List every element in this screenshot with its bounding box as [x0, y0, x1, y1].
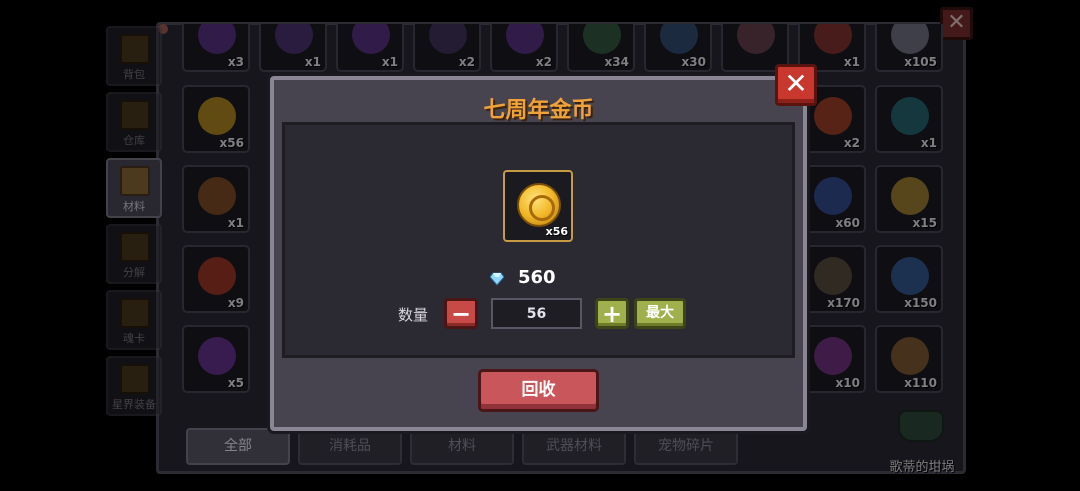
dialog-close-button[interactable]: ✕: [775, 64, 817, 106]
dialog-title: 七周年金币: [483, 98, 594, 123]
item-count: x56: [545, 225, 568, 238]
price-value: 560: [518, 267, 556, 288]
item-preview: x56: [503, 170, 573, 242]
increase-button[interactable]: +: [595, 298, 629, 329]
max-button[interactable]: 最大: [634, 298, 686, 329]
quantity-input[interactable]: [491, 298, 582, 329]
recycle-button[interactable]: 回收: [478, 369, 599, 412]
gold-coin-icon: [517, 183, 561, 227]
diamond-icon: [490, 272, 504, 286]
quantity-label: 数量: [398, 306, 429, 324]
decrease-button[interactable]: −: [444, 298, 478, 329]
